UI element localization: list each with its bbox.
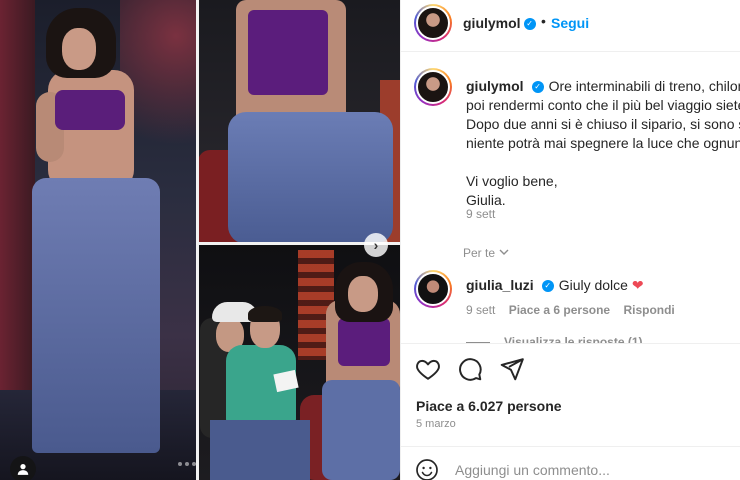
next-media-button[interactable]: › — [364, 233, 388, 257]
share-icon[interactable] — [499, 356, 525, 382]
emoji-icon[interactable] — [415, 458, 439, 480]
post-date[interactable]: 5 marzo — [416, 418, 456, 430]
chevron-down-icon — [499, 249, 509, 255]
caption-text: giulymol ✓ Ore interminabili di treno, chi… — [466, 77, 740, 210]
comment-body: giulia_luzi ✓ Giuly dolce ❤ — [466, 277, 644, 294]
follow-button[interactable]: Segui — [551, 15, 589, 31]
carousel-dot — [192, 462, 196, 466]
author-username[interactable]: giulymol — [463, 15, 521, 31]
caption-timestamp[interactable]: 9 sett — [466, 207, 495, 221]
verified-icon: ✓ — [523, 17, 536, 30]
translation-label: Per te — [463, 246, 496, 260]
caption-sign-1: Vi voglio bene, — [466, 173, 558, 189]
caption-line: giulymol ✓ Ore interminabili di treno, chi… — [466, 77, 740, 96]
caption-line-4: niente potrà mai spegnere la luce che og… — [466, 135, 740, 151]
person-green-hair — [248, 306, 282, 322]
comment-meta: 9 sett Piace a 6 persone Rispondi — [466, 303, 685, 317]
figure-jeans — [322, 380, 400, 480]
verified-icon: ✓ — [531, 81, 544, 94]
figure-jeans — [228, 112, 393, 244]
comment-icon[interactable] — [457, 356, 483, 382]
caption-line-2: poi rendermi conto che il più bel viaggi… — [466, 97, 740, 113]
carousel-dot — [185, 462, 189, 466]
divider — [401, 343, 740, 344]
comment-input[interactable] — [455, 458, 725, 480]
commenter-username[interactable]: giulia_luzi — [466, 277, 534, 293]
post-sidebar: giulymol ✓ • Segui giulymol ✓ Ore intermina… — [400, 0, 740, 480]
comment-timestamp[interactable]: 9 sett — [466, 303, 495, 317]
caption-line-1: Ore interminabili di treno, chilom — [548, 78, 740, 94]
author-username-row[interactable]: giulymol ✓ — [463, 15, 536, 33]
comments-section[interactable]: giulymol ✓ Ore interminabili di treno, chi… — [401, 53, 740, 343]
caption-sign-2: Giulia. — [466, 192, 506, 208]
divider — [401, 446, 740, 447]
tagged-users-button[interactable] — [10, 456, 36, 480]
author-avatar[interactable] — [414, 4, 452, 42]
commenter-avatar[interactable] — [414, 270, 452, 308]
carousel-dot — [178, 462, 182, 466]
caption-line-3: Dopo due anni si è chiuso il sipario, si… — [466, 116, 740, 132]
carousel-indicator — [178, 462, 196, 466]
caption-avatar[interactable] — [414, 68, 452, 106]
figure-top — [248, 10, 328, 95]
verified-icon: ✓ — [541, 280, 554, 293]
action-bar — [415, 356, 525, 382]
translation-toggle[interactable]: Per te — [463, 246, 509, 260]
figure-top — [55, 90, 125, 130]
comment-text: Giuly dolce — [558, 277, 628, 293]
caption-username[interactable]: giulymol — [466, 78, 524, 94]
comment-likes-link[interactable]: Piace a 6 persone — [509, 303, 610, 317]
collage-divider — [196, 0, 199, 480]
view-replies-label: Visualizza le risposte (1) — [504, 335, 643, 343]
figure-face — [62, 28, 96, 70]
heart-icon[interactable] — [415, 356, 441, 382]
user-tag-icon — [17, 464, 29, 475]
post-header: giulymol ✓ • Segui — [401, 0, 740, 52]
person-jeans — [210, 420, 310, 480]
post-media[interactable]: › — [0, 0, 400, 480]
chevron-right-icon: › — [373, 237, 379, 253]
figure-top — [338, 318, 390, 366]
photo-stage-full — [0, 0, 198, 480]
view-replies-button[interactable]: Visualizza le risposte (1) — [466, 335, 643, 343]
figure-jeans — [32, 178, 160, 453]
likes-count[interactable]: Piace a 6.027 persone — [416, 398, 562, 414]
figure-face — [348, 276, 378, 312]
red-heart-emoji: ❤ — [631, 277, 644, 293]
reply-button[interactable]: Rispondi — [623, 303, 674, 317]
separator-dot: • — [541, 13, 546, 29]
